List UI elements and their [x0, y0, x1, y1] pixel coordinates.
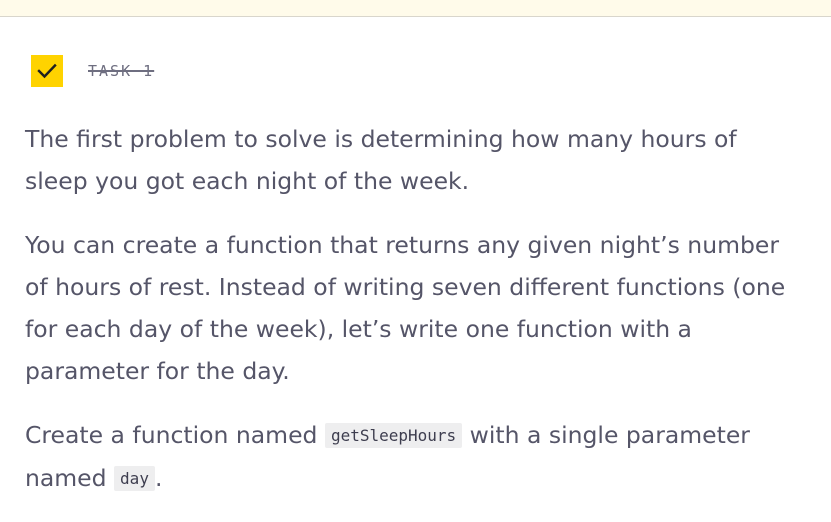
- code-parameter-name: day: [114, 466, 155, 491]
- checkmark-icon: [37, 63, 57, 79]
- paragraph-instruction: Create a function named getSleepHours wi…: [25, 414, 805, 500]
- task-checkbox[interactable]: [31, 55, 63, 87]
- paragraph-intro: The first problem to solve is determinin…: [25, 125, 737, 195]
- instruction-text-after: .: [154, 464, 163, 492]
- task-label: TASK 1: [88, 62, 155, 80]
- paragraph-function-description: You can create a function that returns a…: [25, 231, 786, 385]
- task-header: TASK 1: [31, 55, 154, 87]
- top-strip: [0, 0, 831, 17]
- code-function-name: getSleepHours: [324, 423, 463, 448]
- instruction-text-before: Create a function named: [25, 421, 325, 449]
- instructions-content: The first problem to solve is determinin…: [25, 118, 805, 522]
